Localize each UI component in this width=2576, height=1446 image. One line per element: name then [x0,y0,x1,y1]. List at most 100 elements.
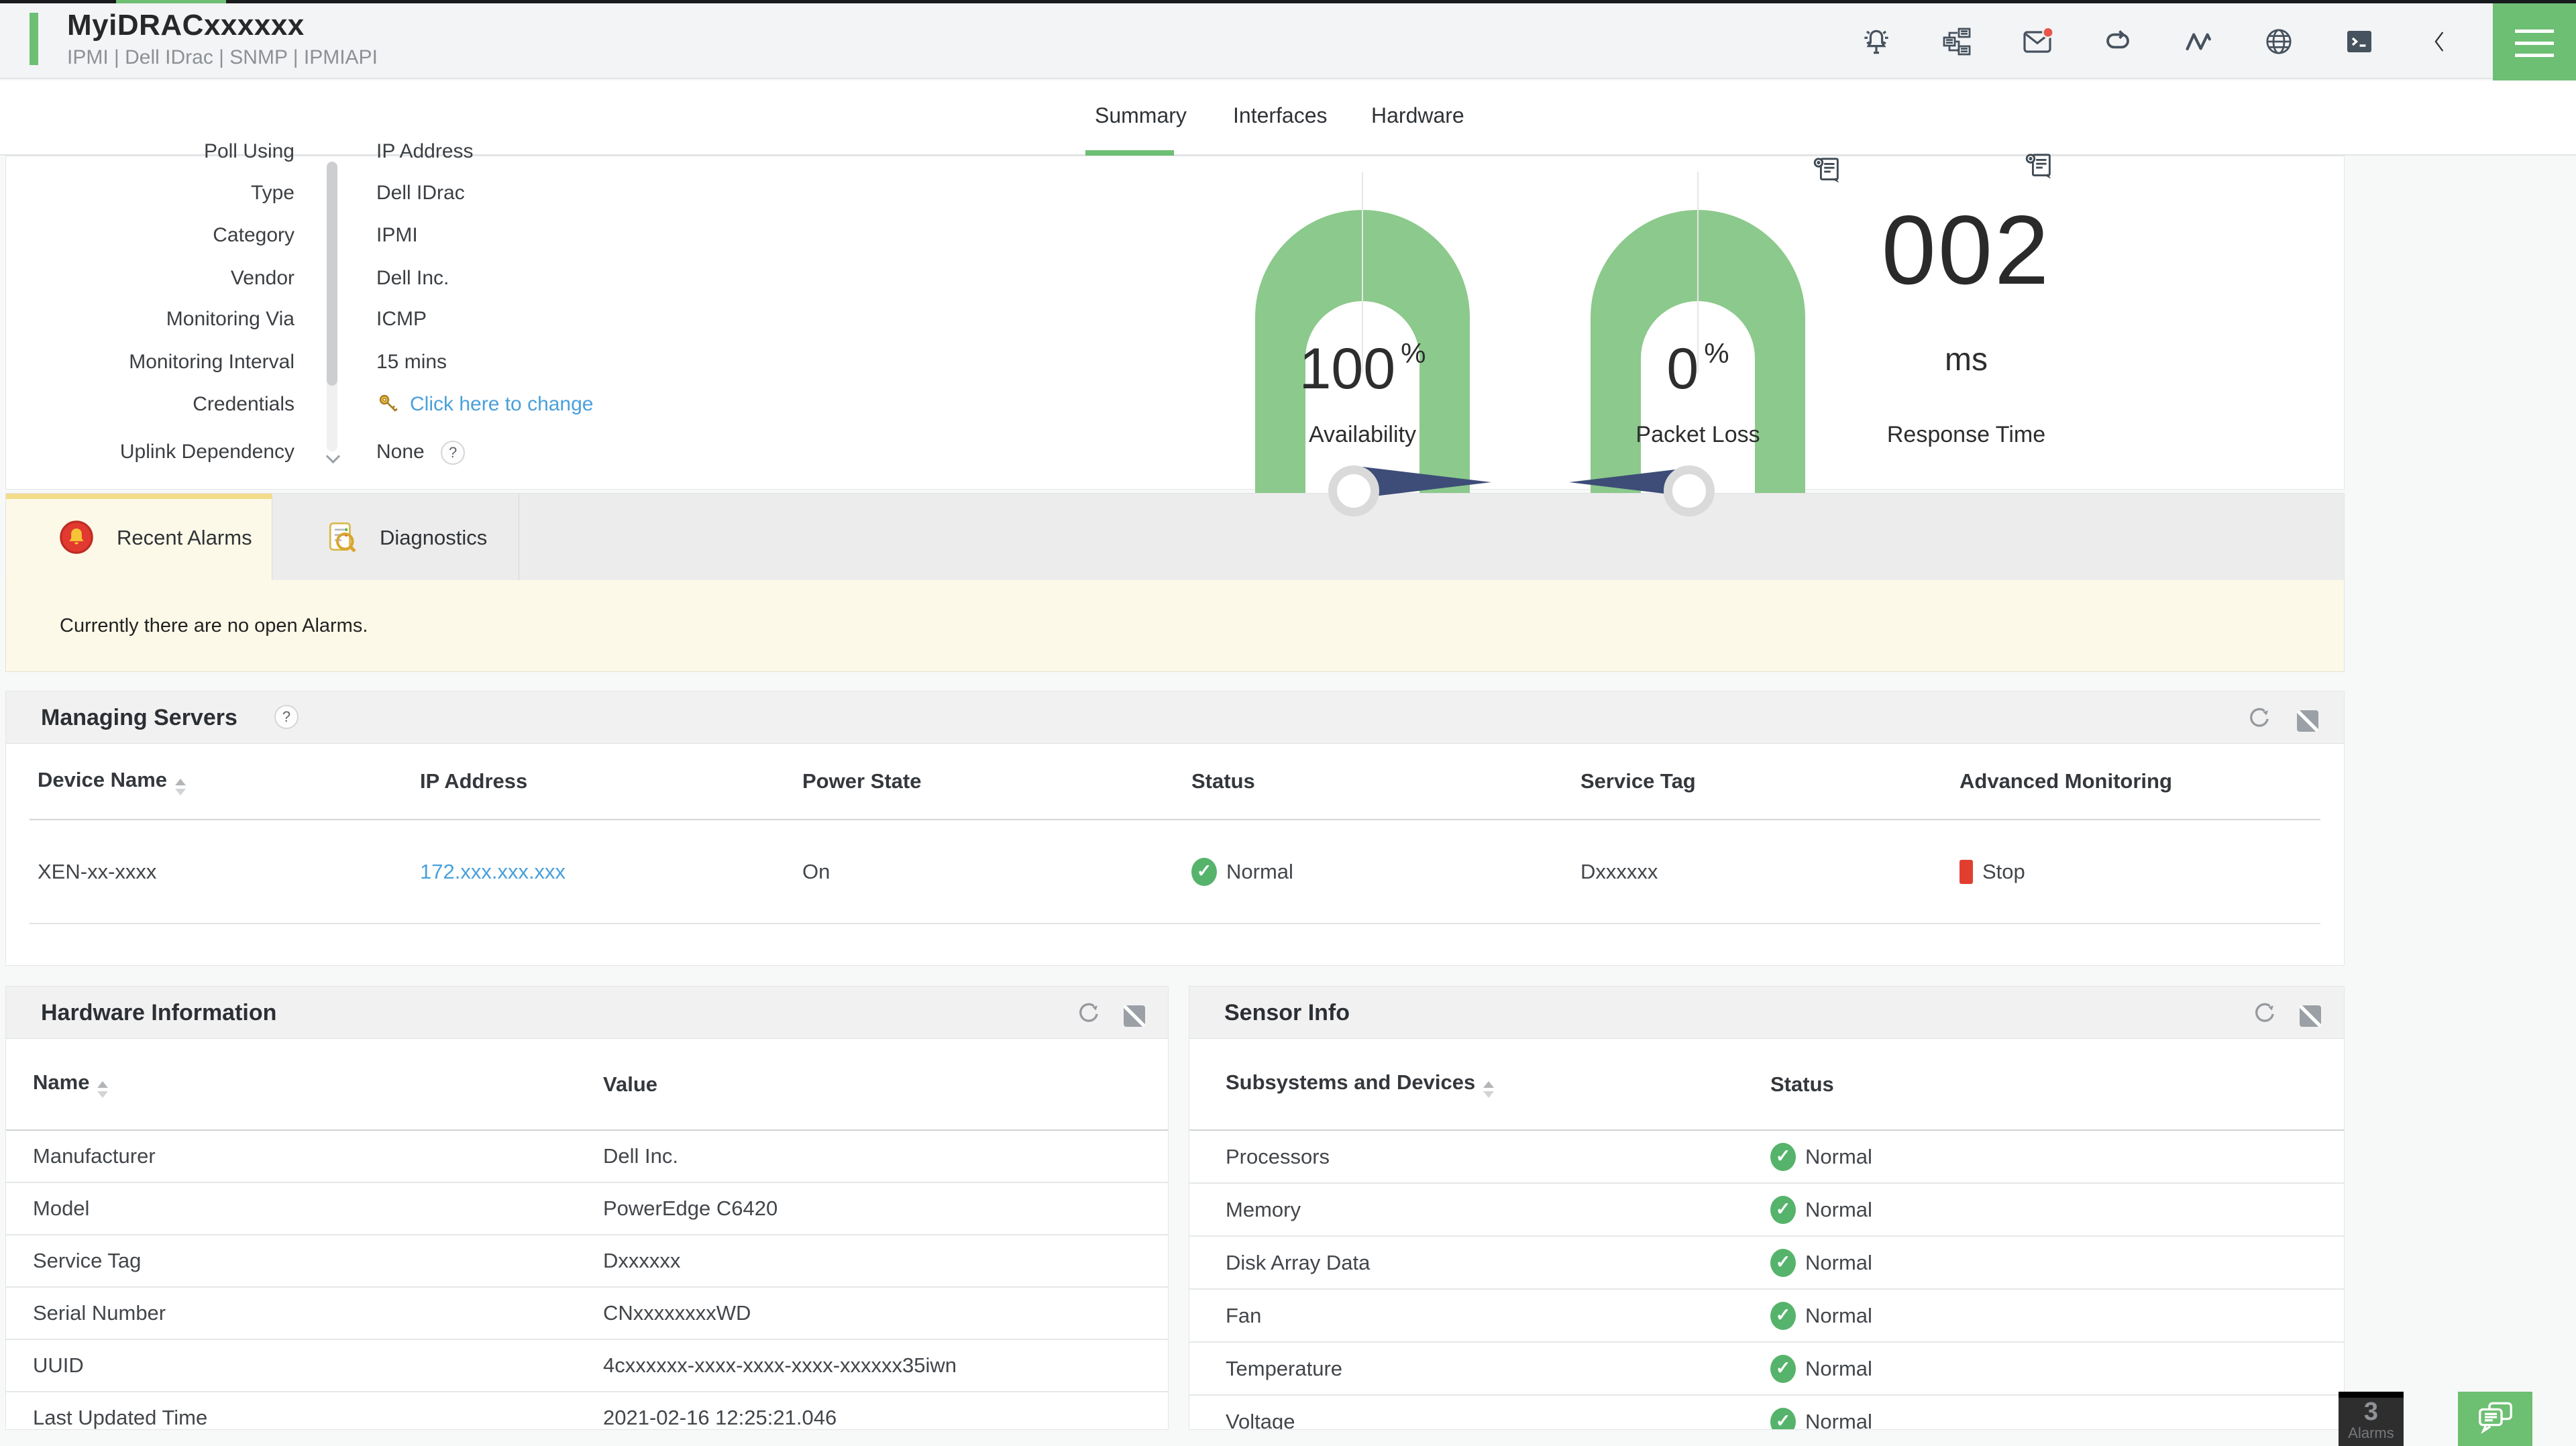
terminal-icon[interactable] [2343,25,2376,58]
hw-name: Serial Number [33,1301,603,1325]
tab-hardware[interactable]: Hardware [1371,103,1464,128]
sensor-name: Temperature [1226,1357,1770,1381]
chat-support-button[interactable] [2458,1392,2532,1446]
detail-value: Dell Inc. [376,264,449,293]
credentials-link-text[interactable]: Click here to change [410,393,594,415]
collapse-panel-icon[interactable] [2293,706,2322,736]
refresh-icon[interactable] [1074,998,1104,1027]
hw-name: Service Tag [33,1249,603,1273]
device-title: MyiDRACxxxxxx [67,9,305,42]
stop-text[interactable]: Stop [1982,860,2025,884]
col-ip-address[interactable]: IP Address [420,769,802,793]
cell-advanced-monitoring[interactable]: Stop [1960,860,2345,884]
collapse-panel-icon[interactable] [2296,1001,2325,1031]
sort-icon[interactable] [97,1081,108,1098]
availability-unit: % [1401,337,1426,369]
link-loop-icon[interactable] [2101,25,2135,58]
hw-value: CNxxxxxxxxWD [603,1301,1168,1325]
cell-power-state: On [802,860,1191,884]
details-scrollbar-thumb[interactable] [327,162,337,386]
col-status[interactable]: Status [1770,1072,2344,1097]
col-advanced-monitoring[interactable]: Advanced Monitoring [1960,769,2345,793]
detail-label: Poll Using [6,137,294,166]
recent-alarms-bell-icon [58,519,95,555]
hardware-row: UUID 4cxxxxxx-xxxx-xxxx-xxxx-xxxxxx35iwn [6,1339,1168,1391]
hw-name: Manufacturer [33,1144,603,1168]
col-service-tag[interactable]: Service Tag [1580,769,1960,793]
packet-loss-unit: % [1704,337,1729,369]
detail-label: Monitoring Interval [6,347,294,377]
response-time-value: 002 [1852,194,2080,307]
sensor-row: Voltage Normal [1189,1394,2344,1430]
sensor-row: Memory Normal [1189,1182,2344,1235]
response-time-unit: ms [1852,341,2080,378]
tab-summary[interactable]: Summary [1095,103,1187,128]
col-status[interactable]: Status [1191,769,1580,793]
sensor-info-header: Sensor Info [1189,987,2344,1039]
refresh-icon[interactable] [2245,703,2274,732]
managing-servers-panel: Managing Servers ? Device Name IP Addres… [5,691,2345,966]
managing-servers-header: Managing Servers ? [6,691,2344,744]
view-graph-icon[interactable] [1812,155,1843,186]
cell-status: Normal [1191,858,1580,886]
chevron-left-icon[interactable] [2423,25,2457,58]
col-power-state[interactable]: Power State [802,769,1191,793]
detail-value: None ? [376,437,465,467]
availability-label: Availability [1255,422,1470,448]
refresh-icon[interactable] [2250,998,2279,1027]
detail-value: IPMI [376,221,418,250]
sensor-row: Disk Array Data Normal [1189,1235,2344,1288]
sort-icon[interactable] [1483,1081,1494,1098]
status-check-icon [1770,1249,1796,1277]
detail-value: ICMP [376,304,427,334]
diagnostics-tab-label: Diagnostics [380,526,487,550]
app-header: MyiDRACxxxxxx IPMI | Dell IDrac | SNMP |… [0,3,2576,79]
detail-value: IP Address [376,137,474,166]
hardware-information-header: Hardware Information [6,987,1168,1039]
collapse-panel-icon[interactable] [1120,1001,1149,1031]
no-alarms-message: Currently there are no open Alarms. [60,615,368,637]
tab-interfaces[interactable]: Interfaces [1233,103,1328,128]
tab-diagnostics[interactable]: Diagnostics [272,494,519,581]
credentials-change-link[interactable]: Click here to change [376,390,594,425]
cell-service-tag: Dxxxxxx [1580,860,1960,884]
view-graph-icon[interactable] [2024,151,2055,182]
col-device-name[interactable]: Device Name [38,768,420,795]
cell-ip-address-link[interactable]: 172.xxx.xxx.xxx [420,860,802,884]
workflow-icon[interactable] [1940,25,1974,58]
sensor-name: Disk Array Data [1226,1251,1770,1275]
sensor-info-title: Sensor Info [1224,1000,1350,1026]
sort-icon[interactable] [175,779,186,795]
availability-gauge-hub [1328,465,1379,516]
hardware-column-header: Name Value [6,1039,1168,1129]
sensor-row: Processors Normal [1189,1129,2344,1182]
hardware-information-title: Hardware Information [41,1000,276,1026]
hardware-row: Serial Number CNxxxxxxxxWD [6,1286,1168,1339]
detail-row: Monitoring Via ICMP [6,304,2344,334]
status-check-icon [1770,1408,1796,1431]
sensor-status: Normal [1770,1143,2344,1171]
globe-icon[interactable] [2262,25,2296,58]
packet-loss-gauge-tick [1697,172,1699,373]
managing-servers-help-badge[interactable]: ? [274,705,299,729]
col-subsystems[interactable]: Subsystems and Devices [1226,1070,1770,1098]
sensor-status: Normal [1770,1249,2344,1277]
hamburger-menu-button[interactable] [2493,3,2576,82]
uplink-help-badge[interactable]: ? [441,441,465,465]
alarm-count-widget[interactable]: 3 Alarms [2339,1392,2404,1446]
active-alarm-tab-topbar [6,494,272,499]
summary-panel: Poll Using IP Address Type Dell IDrac Ca… [5,156,2345,490]
sensor-info-panel: Sensor Info Subsystems and Devices Statu… [1189,986,2345,1430]
alarm-bell-icon[interactable] [1860,25,1893,58]
packet-loss-label: Packet Loss [1591,422,1805,448]
device-protocols: IPMI | Dell IDrac | SNMP | IPMIAPI [67,46,378,69]
col-name[interactable]: Name [33,1070,603,1098]
mail-icon[interactable] [2021,25,2054,58]
sensor-row: Fan Normal [1189,1288,2344,1341]
hardware-row: Manufacturer Dell Inc. [6,1129,1168,1182]
availability-gauge-tick [1362,172,1363,373]
status-text: Normal [1226,860,1293,884]
tab-recent-alarms[interactable]: Recent Alarms [6,494,272,581]
pulse-icon[interactable] [2182,25,2215,58]
col-value[interactable]: Value [603,1072,1168,1097]
